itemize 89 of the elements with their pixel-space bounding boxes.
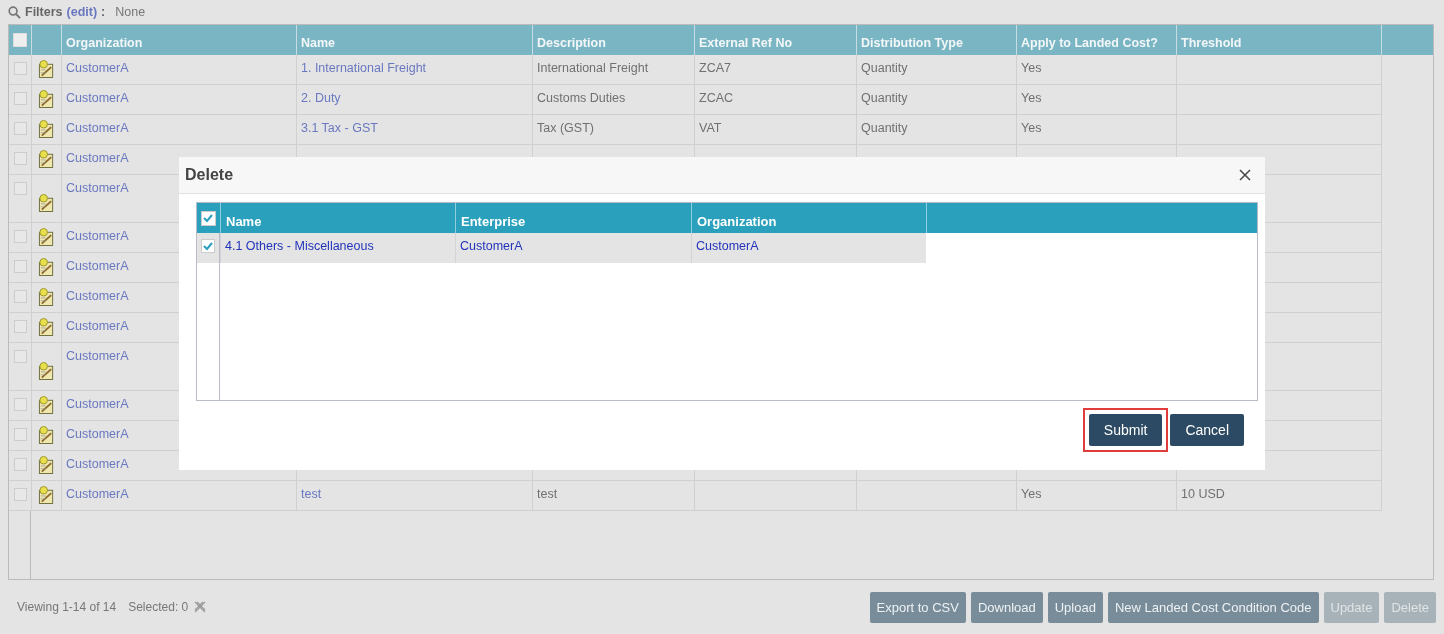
footer-button[interactable]: Download (970, 591, 1043, 623)
document-pencil-icon[interactable] (38, 455, 55, 475)
link[interactable]: CustomerA (460, 239, 523, 253)
link[interactable]: CustomerA (66, 229, 129, 243)
table-cell: Tax (GST) (537, 121, 594, 135)
document-pencil-icon[interactable] (38, 317, 55, 337)
table-cell: test (537, 487, 558, 501)
document-pencil-icon[interactable] (38, 287, 55, 307)
document-pencil-icon[interactable] (38, 395, 55, 415)
column-header[interactable]: External Ref No (694, 25, 856, 55)
checkbox[interactable] (13, 320, 27, 333)
footer-button[interactable]: New Landed Cost Condition Code (1107, 591, 1319, 623)
link[interactable]: CustomerA (66, 319, 129, 333)
column-header[interactable]: Distribution Type (856, 25, 1016, 55)
link[interactable]: test (301, 487, 322, 501)
dialog-button[interactable]: Cancel (1170, 414, 1244, 446)
table-cell: Quantity (861, 61, 908, 75)
table-cell: Yes (1021, 61, 1042, 75)
table-cell: 10 USD (1181, 487, 1225, 501)
link[interactable]: CustomerA (696, 239, 759, 253)
filters-label: Filters (25, 5, 63, 19)
viewing-count: Viewing 1-14 of 14 (17, 600, 117, 614)
checkbox[interactable] (13, 62, 27, 75)
link[interactable]: CustomerA (66, 151, 129, 165)
link[interactable]: CustomerA (66, 121, 129, 135)
checkbox[interactable] (13, 230, 27, 243)
document-pencil-icon[interactable] (38, 425, 55, 445)
link[interactable]: 3.1 Tax - GST (301, 121, 378, 135)
table-cell: ZCAC (699, 91, 734, 105)
checkbox[interactable] (13, 122, 27, 135)
clear-selection-icon[interactable] (194, 601, 207, 613)
document-pencil-icon[interactable] (38, 361, 55, 381)
filters-value: None (115, 5, 146, 19)
dialog-title: Delete (185, 166, 234, 184)
column-header[interactable]: Apply to Landed Cost? (1016, 25, 1176, 55)
checkbox[interactable] (201, 210, 216, 226)
checkbox[interactable] (13, 260, 27, 273)
link[interactable]: CustomerA (66, 397, 129, 411)
link[interactable]: 1. International Freight (301, 61, 427, 75)
document-pencil-icon[interactable] (38, 119, 55, 139)
footer-button[interactable]: Upload (1047, 591, 1103, 623)
column-header[interactable]: Threshold (1176, 25, 1381, 55)
checkbox[interactable] (13, 92, 27, 105)
link[interactable]: CustomerA (66, 427, 129, 441)
checkbox[interactable] (13, 428, 27, 441)
link[interactable]: CustomerA (66, 181, 129, 195)
search-icon (8, 5, 21, 19)
document-pencil-icon[interactable] (38, 227, 55, 247)
link[interactable]: CustomerA (66, 487, 129, 501)
column-header[interactable]: Name (296, 25, 532, 55)
checkbox[interactable] (13, 33, 27, 47)
document-pencil-icon[interactable] (38, 257, 55, 277)
column-header[interactable]: Organization (61, 25, 296, 55)
link[interactable]: CustomerA (66, 289, 129, 303)
link[interactable]: 2. Duty (301, 91, 341, 105)
checkbox[interactable] (13, 458, 27, 471)
checkbox[interactable] (13, 398, 27, 411)
table-cell: International Freight (537, 61, 649, 75)
checkbox[interactable] (13, 350, 27, 363)
table-cell: Quantity (861, 121, 908, 135)
table-cell: Quantity (861, 91, 908, 105)
checkbox[interactable] (13, 182, 27, 195)
selected-count: Selected: 0 (128, 600, 189, 614)
footer-button[interactable]: Export to CSV (869, 591, 966, 623)
document-pencil-icon[interactable] (38, 193, 55, 213)
link[interactable]: CustomerA (66, 259, 129, 273)
document-pencil-icon[interactable] (38, 485, 55, 505)
filters-colon: : (101, 5, 106, 19)
table-cell: Yes (1021, 121, 1042, 135)
checkbox[interactable] (201, 239, 215, 253)
link[interactable]: CustomerA (66, 91, 129, 105)
document-pencil-icon[interactable] (38, 59, 55, 79)
link[interactable]: CustomerA (66, 349, 129, 363)
link[interactable]: CustomerA (66, 457, 129, 471)
dialog-button[interactable]: Submit (1088, 414, 1163, 446)
table-cell: Yes (1021, 91, 1042, 105)
link[interactable]: CustomerA (66, 61, 129, 75)
document-pencil-icon[interactable] (38, 149, 55, 169)
column-header[interactable]: Description (532, 25, 694, 55)
checkbox[interactable] (13, 290, 27, 303)
table-cell: Yes (1021, 487, 1042, 501)
table-cell: Customs Duties (537, 91, 626, 105)
table-cell: VAT (699, 121, 722, 135)
table-cell: ZCA7 (699, 61, 731, 75)
checkbox[interactable] (13, 152, 27, 165)
edit-link[interactable]: (edit) (66, 5, 98, 19)
checkbox[interactable] (13, 488, 27, 501)
close-icon[interactable] (1239, 169, 1251, 181)
document-pencil-icon[interactable] (38, 89, 55, 109)
